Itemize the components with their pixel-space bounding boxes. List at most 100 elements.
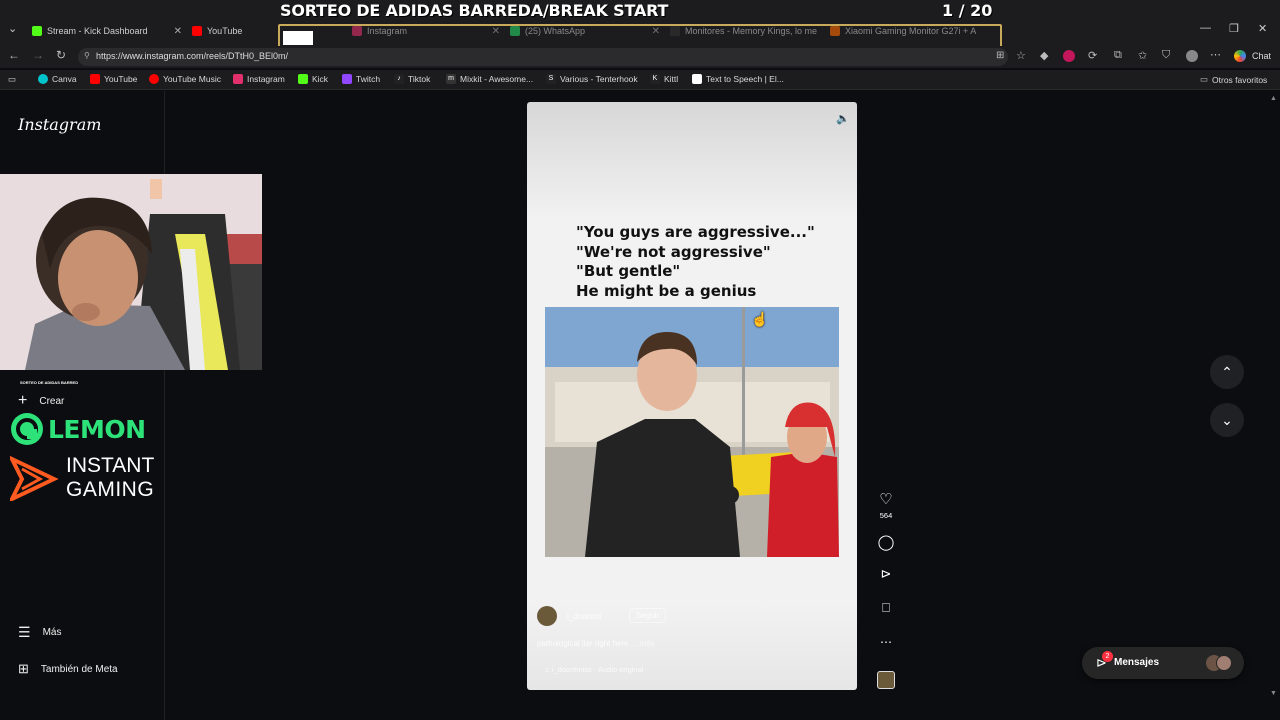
mouse-cursor-icon: ☝ bbox=[751, 311, 769, 327]
reel-audio-info[interactable]: ♫ i_doontmiss · Audio original bbox=[544, 665, 643, 674]
tab-kick-dashboard[interactable]: Stream - Kick Dashboard ✕ bbox=[32, 20, 182, 42]
instant-gaming-text-line1: INSTANT bbox=[66, 454, 155, 477]
sidebar-item-more[interactable]: ☰ Más bbox=[18, 624, 62, 640]
bookmark-star-icon[interactable]: ☆ bbox=[1016, 49, 1026, 62]
music-note-icon: ♫ bbox=[544, 665, 550, 674]
refresh-extension-icon[interactable]: ⟳ bbox=[1088, 49, 1097, 62]
extensions-icon[interactable]: ⧉ bbox=[1114, 49, 1122, 62]
menu-icon: ☰ bbox=[18, 624, 31, 640]
kick-icon bbox=[298, 74, 308, 84]
more-link[interactable]: más bbox=[640, 639, 655, 648]
scroll-up-arrow-icon[interactable]: ▲ bbox=[1270, 95, 1277, 102]
kittl-icon: K bbox=[650, 74, 660, 84]
tab-list-icon[interactable]: ⌄ bbox=[8, 22, 17, 35]
sidebar-toggle-icon[interactable]: ▭ bbox=[8, 74, 16, 85]
more-options-icon[interactable]: ⋯ bbox=[1210, 48, 1221, 61]
reel-caption-text: "You guys are aggressive..." "We're not … bbox=[576, 223, 836, 301]
adblock-extension-icon[interactable] bbox=[1063, 50, 1075, 62]
back-icon[interactable]: ← bbox=[8, 48, 20, 62]
lemon-sponsor-text: LEMON bbox=[48, 414, 146, 444]
streamer-webcam-image bbox=[0, 174, 262, 370]
sidebar-item-create[interactable]: + Crear bbox=[18, 393, 65, 409]
bookmark-label: YouTube bbox=[104, 74, 138, 84]
grid-icon: ⊞ bbox=[18, 661, 29, 676]
messages-badge: 2 bbox=[1102, 651, 1113, 662]
tab-youtube[interactable]: YouTube bbox=[192, 20, 272, 42]
instagram-logo[interactable]: Instagram bbox=[18, 115, 101, 134]
chevron-down-icon: ⌄ bbox=[1221, 411, 1233, 428]
lemon-logo-icon bbox=[11, 413, 43, 445]
webcam-overlay bbox=[0, 174, 262, 370]
reel-username[interactable]: i_doontmi bbox=[567, 612, 602, 621]
reel-video[interactable] bbox=[545, 307, 839, 557]
canva-icon bbox=[38, 74, 48, 84]
bookmark-label: Text to Speech | El... bbox=[706, 74, 784, 84]
save-button[interactable]: ⎕ bbox=[876, 600, 896, 616]
install-app-icon[interactable]: ⊞ bbox=[996, 50, 1004, 61]
bookmark-label: Instagram bbox=[247, 74, 285, 84]
other-bookmarks-folder[interactable]: ▭ Otros favoritos bbox=[1200, 74, 1267, 85]
stream-overlay-title: SORTEO DE ADIDAS BARREDA/BREAK START bbox=[280, 1, 669, 20]
bookmark-instagram[interactable]: Instagram bbox=[233, 74, 285, 84]
bookmark-elevenlabs[interactable]: Text to Speech | El... bbox=[692, 74, 784, 84]
like-button[interactable]: ♡ bbox=[876, 490, 896, 508]
sidebar-item-label: Más bbox=[42, 626, 62, 638]
url-field[interactable]: ⚲ https://www.instagram.com/reels/DTtH0_… bbox=[78, 48, 1008, 66]
caption-line: "We're not aggressive" bbox=[576, 242, 771, 261]
messages-button[interactable]: ⊳ 2 Mensajes bbox=[1082, 647, 1244, 679]
bookmark-tenterhook[interactable]: S Various - Tenterhook bbox=[546, 74, 638, 84]
scroll-down-arrow-icon[interactable]: ▼ bbox=[1270, 690, 1277, 697]
bookmark-youtube-music[interactable]: YouTube Music bbox=[149, 74, 221, 84]
close-icon[interactable]: ✕ bbox=[174, 26, 182, 37]
youtube-icon bbox=[90, 74, 100, 84]
chat-button[interactable]: Chat bbox=[1252, 51, 1271, 61]
security-shield-icon[interactable]: ⛉ bbox=[1162, 49, 1170, 62]
forward-icon[interactable]: → bbox=[32, 48, 44, 62]
audio-toggle-icon[interactable]: 🔈 bbox=[836, 112, 850, 125]
window-close-icon[interactable]: ✕ bbox=[1258, 22, 1267, 35]
reload-icon[interactable]: ↻ bbox=[56, 48, 66, 62]
overlay-white-block bbox=[283, 31, 313, 45]
comment-button[interactable]: ◯ bbox=[876, 533, 896, 551]
send-icon: ⊳ bbox=[880, 566, 892, 581]
overlay-small-title: SORTEO DE ADIDAS BARRED bbox=[20, 380, 79, 385]
bookmark-label: Canva bbox=[52, 74, 77, 84]
user-avatar[interactable] bbox=[537, 606, 557, 626]
bookmark-canva[interactable]: Canva bbox=[38, 74, 77, 84]
bookmark-tiktok[interactable]: ♪ Tiktok bbox=[394, 74, 430, 84]
bookmark-kick[interactable]: Kick bbox=[298, 74, 328, 84]
audio-text: i_doontmiss · Audio original bbox=[551, 665, 644, 674]
bookmark-mixkit[interactable]: m Mixkit - Awesome... bbox=[446, 74, 533, 84]
bookmark-label: Tiktok bbox=[408, 74, 431, 84]
bookmark-twitch[interactable]: Twitch bbox=[342, 74, 380, 84]
instant-gaming-text-line2: GAMING bbox=[66, 478, 155, 501]
comment-icon: ◯ bbox=[877, 534, 895, 551]
elevenlabs-icon bbox=[692, 74, 702, 84]
copilot-icon[interactable] bbox=[1234, 50, 1246, 62]
bookmark-kittl[interactable]: K Kittl bbox=[650, 74, 678, 84]
maximize-icon[interactable]: ❐ bbox=[1229, 22, 1239, 35]
sidebar-item-label: Crear bbox=[39, 395, 65, 407]
url-text: https://www.instagram.com/reels/DTtH0_BE… bbox=[96, 51, 289, 61]
favorites-icon[interactable]: ✩ bbox=[1138, 49, 1147, 62]
previous-reel-button[interactable]: ⌃ bbox=[1210, 355, 1244, 389]
bookmark-icon: ⎕ bbox=[882, 600, 890, 615]
instant-gaming-sponsor-logo: INSTANT GAMING bbox=[10, 455, 170, 501]
minimize-icon[interactable]: — bbox=[1200, 22, 1211, 34]
bookmark-label: Mixkit - Awesome... bbox=[460, 74, 534, 84]
more-actions-button[interactable]: ⋯ bbox=[876, 635, 896, 649]
site-info-icon[interactable]: ⚲ bbox=[84, 51, 90, 60]
extension-diamond-icon[interactable]: ◆ bbox=[1040, 49, 1048, 62]
sidebar-item-also-from-meta[interactable]: ⊞ También de Meta bbox=[18, 661, 118, 676]
chevron-up-icon: ⌃ bbox=[1221, 363, 1233, 380]
profile-avatar-icon[interactable] bbox=[1186, 50, 1198, 62]
messages-label: Mensajes bbox=[1114, 657, 1160, 668]
bookmark-youtube[interactable]: YouTube bbox=[90, 74, 137, 84]
next-reel-button[interactable]: ⌄ bbox=[1210, 403, 1244, 437]
follow-button[interactable]: Seguir bbox=[629, 608, 667, 623]
share-button[interactable]: ⊳ bbox=[876, 566, 896, 582]
ellipsis-icon: ⋯ bbox=[880, 635, 892, 649]
audio-thumbnail[interactable] bbox=[877, 671, 895, 689]
tab-label: Stream - Kick Dashboard bbox=[47, 26, 148, 36]
stream-overlay-counter: 1 / 20 bbox=[942, 1, 993, 20]
